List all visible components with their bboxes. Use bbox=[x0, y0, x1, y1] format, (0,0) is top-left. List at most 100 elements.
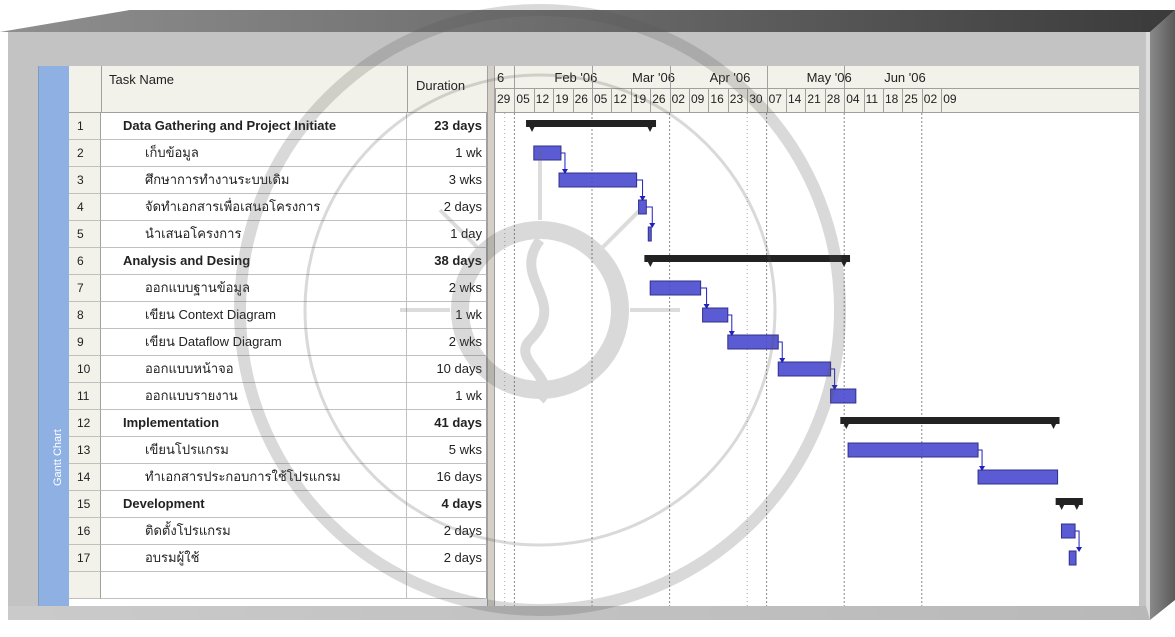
task-duration[interactable]: 23 days bbox=[407, 113, 487, 140]
task-bar[interactable] bbox=[977, 469, 1059, 485]
task-duration[interactable]: 41 days bbox=[407, 410, 487, 437]
timescale-week: 02 bbox=[671, 92, 685, 106]
view-bar-label: Gantt Chart bbox=[52, 429, 64, 486]
task-bar[interactable] bbox=[638, 199, 647, 215]
task-bar[interactable] bbox=[533, 145, 562, 161]
dependency-link[interactable] bbox=[636, 179, 644, 198]
timescale-month: 6 bbox=[497, 70, 505, 85]
task-name[interactable]: นำเสนอโครงการ bbox=[101, 221, 407, 248]
task-name[interactable]: เขียน Dataflow Diagram bbox=[101, 329, 407, 356]
timescale-week: 05 bbox=[516, 92, 530, 106]
timescale-week: 09 bbox=[943, 92, 957, 106]
timescale-month: Mar '06 bbox=[632, 70, 675, 85]
task-duration[interactable]: 2 days bbox=[407, 194, 487, 221]
task-name[interactable]: เขียนโปรแกรม bbox=[101, 437, 407, 464]
empty-task-cell[interactable] bbox=[101, 572, 407, 599]
task-duration[interactable]: 1 wk bbox=[407, 140, 487, 167]
task-bar[interactable] bbox=[647, 226, 652, 242]
task-duration[interactable]: 1 wk bbox=[407, 302, 487, 329]
timescale-week: 30 bbox=[749, 92, 763, 106]
task-duration[interactable]: 2 wks bbox=[407, 329, 487, 356]
empty-row-number[interactable] bbox=[69, 572, 101, 599]
row-number[interactable]: 17 bbox=[69, 545, 101, 572]
task-bar[interactable] bbox=[1068, 550, 1077, 566]
row-number[interactable]: 3 bbox=[69, 167, 101, 194]
task-name[interactable]: อบรมผู้ใช้ bbox=[101, 545, 407, 572]
row-number[interactable]: 2 bbox=[69, 140, 101, 167]
dependency-link[interactable] bbox=[646, 206, 653, 225]
dependency-link[interactable] bbox=[727, 314, 733, 333]
task-bar[interactable] bbox=[830, 388, 857, 404]
timescale-week: 25 bbox=[904, 92, 918, 106]
dependency-link[interactable] bbox=[778, 341, 783, 360]
timescale-week: 29 bbox=[497, 92, 511, 106]
task-name[interactable]: เขียน Context Diagram bbox=[101, 302, 407, 329]
dependency-link[interactable] bbox=[560, 152, 566, 171]
dependency-link[interactable] bbox=[700, 287, 708, 306]
dependency-link[interactable] bbox=[978, 449, 983, 468]
timescale-week: 02 bbox=[923, 92, 938, 106]
row-number[interactable]: 14 bbox=[69, 464, 101, 491]
summary-task-name[interactable]: Data Gathering and Project Initiate bbox=[101, 113, 407, 140]
task-bar[interactable] bbox=[558, 172, 638, 188]
dependency-link[interactable] bbox=[1075, 530, 1080, 549]
task-bar[interactable] bbox=[702, 307, 729, 323]
timescale-week: 07 bbox=[768, 92, 782, 106]
row-number[interactable]: 11 bbox=[69, 383, 101, 410]
dependency-link[interactable] bbox=[830, 368, 836, 387]
row-number-header[interactable] bbox=[69, 66, 102, 112]
task-name[interactable]: ออกแบบฐานข้อมูล bbox=[101, 275, 407, 302]
task-duration[interactable]: 4 days bbox=[407, 491, 487, 518]
task-duration[interactable]: 1 day bbox=[407, 221, 487, 248]
split-bar[interactable] bbox=[487, 66, 495, 606]
row-number[interactable]: 7 bbox=[69, 275, 101, 302]
row-number[interactable]: 6 bbox=[69, 248, 101, 275]
summary-bar[interactable] bbox=[526, 120, 657, 127]
task-name[interactable]: จัดทำเอกสารเพื่อเสนอโครงการ bbox=[101, 194, 407, 221]
summary-task-name[interactable]: Implementation bbox=[101, 410, 407, 437]
task-duration[interactable]: 5 wks bbox=[407, 437, 487, 464]
row-number[interactable]: 9 bbox=[69, 329, 101, 356]
table-header: Task Name Duration bbox=[69, 66, 487, 113]
task-name[interactable]: ออกแบบรายงาน bbox=[101, 383, 407, 410]
row-number[interactable]: 4 bbox=[69, 194, 101, 221]
task-duration[interactable]: 10 days bbox=[407, 356, 487, 383]
summary-bar[interactable] bbox=[644, 255, 851, 262]
empty-duration-cell[interactable] bbox=[407, 572, 487, 599]
column-header-task-name[interactable]: Task Name bbox=[109, 72, 174, 87]
task-duration[interactable]: 38 days bbox=[407, 248, 487, 275]
dependency-arrowhead[interactable] bbox=[1076, 547, 1083, 552]
summary-bar[interactable] bbox=[840, 417, 1060, 424]
task-bar[interactable] bbox=[777, 361, 832, 377]
task-duration[interactable]: 2 days bbox=[407, 518, 487, 545]
task-duration[interactable]: 2 days bbox=[407, 545, 487, 572]
row-number[interactable]: 12 bbox=[69, 410, 101, 437]
row-number[interactable]: 5 bbox=[69, 221, 101, 248]
task-bar[interactable] bbox=[649, 280, 702, 296]
task-bar[interactable] bbox=[1060, 523, 1076, 539]
row-number[interactable]: 15 bbox=[69, 491, 101, 518]
view-bar[interactable]: Gantt Chart bbox=[39, 66, 69, 606]
task-name[interactable]: ออกแบบหน้าจอ bbox=[101, 356, 407, 383]
row-number[interactable]: 1 bbox=[69, 113, 101, 140]
row-number[interactable]: 16 bbox=[69, 518, 101, 545]
summary-task-name[interactable]: Analysis and Desing bbox=[101, 248, 407, 275]
task-bar[interactable] bbox=[727, 334, 779, 350]
task-duration[interactable]: 16 days bbox=[407, 464, 487, 491]
task-bar[interactable] bbox=[847, 442, 979, 458]
task-name[interactable]: ทำเอกสารประกอบการใช้โปรแกรม bbox=[101, 464, 407, 491]
task-name[interactable]: เก็บข้อมูล bbox=[101, 140, 407, 167]
task-duration[interactable]: 1 wk bbox=[407, 383, 487, 410]
gantt-window: Gantt Chart Task Name Duration 1 Data Gat… bbox=[38, 66, 1139, 606]
task-duration[interactable]: 2 wks bbox=[407, 275, 487, 302]
task-duration[interactable]: 3 wks bbox=[407, 167, 487, 194]
gantt-chart-area bbox=[495, 113, 1139, 606]
row-number[interactable]: 13 bbox=[69, 437, 101, 464]
row-number[interactable]: 10 bbox=[69, 356, 101, 383]
task-name[interactable]: ติดตั้งโปรแกรม bbox=[101, 518, 407, 545]
task-name[interactable]: ศึกษาการทำงานระบบเดิม bbox=[101, 167, 407, 194]
row-number[interactable]: 8 bbox=[69, 302, 101, 329]
timescale-week: 09 bbox=[691, 92, 705, 106]
summary-task-name[interactable]: Development bbox=[101, 491, 407, 518]
column-header-duration[interactable]: Duration bbox=[407, 66, 487, 112]
